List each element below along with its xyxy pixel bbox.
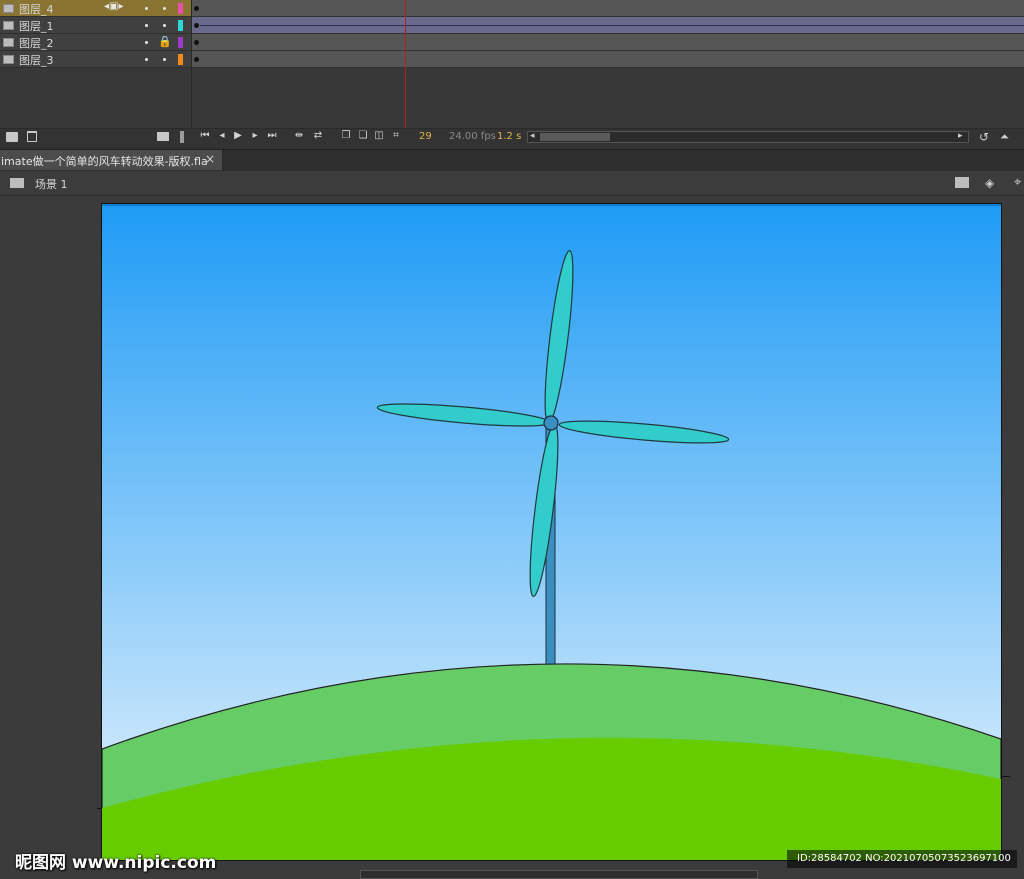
camera-icon[interactable] [157,132,169,141]
scrollbar-thumb[interactable] [540,133,610,141]
layer-row[interactable]: 图层_3 [0,51,192,68]
onion-outline-icon[interactable]: ❏ [357,130,369,142]
collapse-icon[interactable]: ⏶ [1000,130,1009,144]
center-stage-icon[interactable]: ⌖ [1014,175,1021,190]
edit-symbols-icon[interactable]: ◈ [985,176,994,190]
lock-toggle-icon[interactable] [163,24,166,27]
visibility-icon[interactable] [145,41,148,44]
lock-toggle-icon[interactable] [163,7,166,10]
keyframe[interactable] [194,6,199,11]
edit-multiple-frames-icon[interactable]: ◫ [373,130,385,142]
frame-row[interactable] [192,0,1024,17]
edit-bar: 场景 1 ◈ ⌖ [0,171,1024,196]
new-folder-icon[interactable] [6,132,18,142]
document-tab[interactable]: imate做一个简单的风车转动效果-版权.fla × [0,150,223,170]
visibility-icon[interactable] [145,7,148,10]
layer-color-swatch[interactable] [178,54,183,65]
elapsed-time[interactable]: 1.2 s [497,131,521,142]
layer-divider [191,0,192,128]
windmill-artwork [102,204,1001,860]
edit-scene-icon[interactable] [955,177,969,188]
layer-name[interactable]: 图层_4 [19,1,54,17]
frame-row[interactable] [192,51,1024,68]
document-tab-title: imate做一个简单的风车转动效果-版权.fla [1,155,208,168]
keyframe[interactable] [194,57,199,62]
go-to-last-frame-icon[interactable]: ⏭ [265,130,279,142]
center-frame-icon[interactable]: ⇹ [292,130,306,142]
play-icon[interactable]: ▶ [231,130,245,142]
keyframe[interactable] [194,23,199,28]
stage-top-border [102,204,1001,206]
frame-row[interactable] [192,17,1024,34]
watermark-id: ID:28584702 NO:20210705073523697100 [797,853,1011,864]
scene-clapper-icon[interactable] [10,178,24,188]
layer-row[interactable]: 图层_1 [0,17,192,34]
playhead[interactable] [405,0,406,128]
nipic-logo: 昵图网 www.nipic.com [15,853,217,873]
tween-span [200,25,1024,26]
layer-name[interactable]: 图层_2 [19,35,54,51]
timeline-panel: 图层_4 ◂▣▸ 图层_1 图层_2 🔒 图层_3 ⏮ ◂ ▶ ▸ ⏭ ⇹ ⇄ ❐ ❏ ◫… [0,0,1024,149]
step-back-icon[interactable]: ◂ [215,130,229,142]
stage-canvas[interactable] [101,203,1002,861]
scroll-right-icon[interactable]: ▸ [958,131,963,141]
keyframe-nav-icon[interactable]: ◂▣▸ [104,1,124,12]
scroll-left-icon[interactable]: ◂ [530,131,535,141]
lock-icon[interactable]: 🔒 [158,35,172,48]
step-forward-icon[interactable]: ▸ [248,130,262,142]
windmill-hub [543,415,559,431]
layer-row[interactable]: 图层_2 🔒 [0,34,192,51]
onion-skin-icon[interactable]: ❐ [340,130,352,142]
layer-icon [3,38,14,47]
scene-label[interactable]: 场景 1 [35,176,68,192]
loop-icon[interactable]: ⇄ [311,130,325,142]
close-tab-icon[interactable]: × [205,152,215,166]
layer-color-swatch[interactable] [178,37,183,48]
visibility-icon[interactable] [145,24,148,27]
layer-color-swatch[interactable] [178,20,183,31]
lock-toggle-icon[interactable] [163,58,166,61]
stage-horizontal-scrollbar[interactable] [360,870,758,879]
layer-name[interactable]: 图层_3 [19,52,54,68]
layer-icon [3,55,14,64]
go-to-first-frame-icon[interactable]: ⏮ [198,130,212,142]
layer-icon [3,21,14,30]
frame-row[interactable] [192,34,1024,51]
layer-row[interactable]: 图层_4 ◂▣▸ [0,0,192,17]
modify-markers-icon[interactable]: ⌗ [390,130,402,142]
layer-depth-icon[interactable] [180,131,184,143]
fps-readout[interactable]: 24.00 fps [449,131,496,142]
layer-icon [3,4,14,13]
visibility-icon[interactable] [145,58,148,61]
layer-name[interactable]: 图层_1 [19,18,54,34]
refresh-icon[interactable]: ↺ [979,130,989,144]
current-frame[interactable]: 29 [419,131,432,142]
delete-layer-icon[interactable] [27,131,37,142]
layer-color-swatch[interactable] [178,3,183,14]
keyframe[interactable] [194,40,199,45]
